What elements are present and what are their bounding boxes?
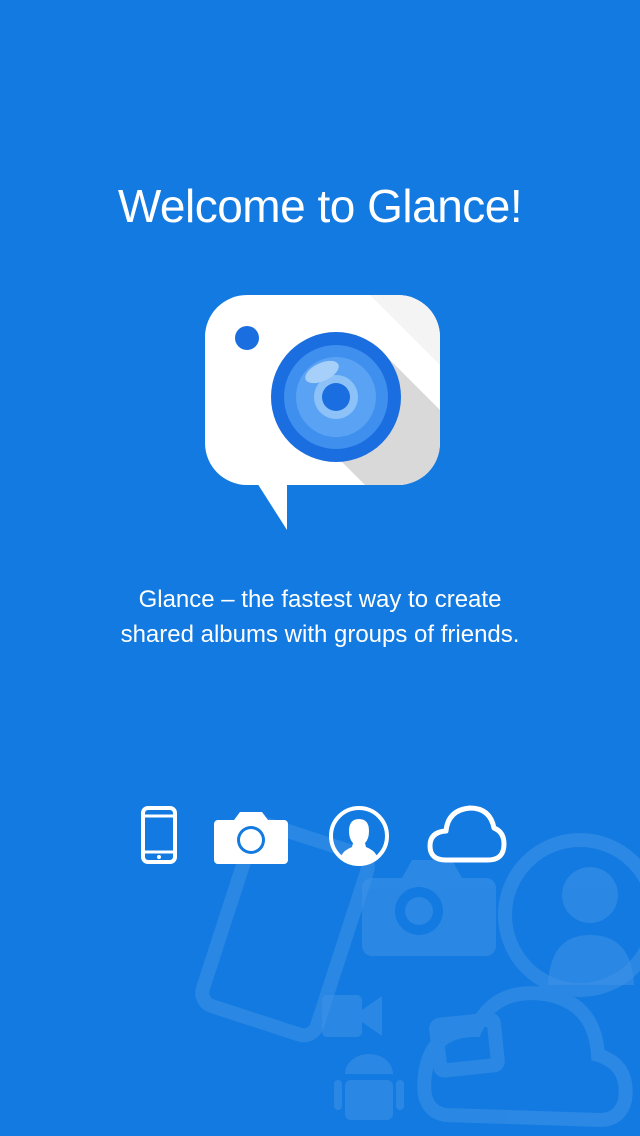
welcome-screen: Welcome to Glance! Glance – the fastest	[0, 0, 640, 1136]
tagline-line-2: shared albums with groups of friends.	[120, 621, 520, 648]
camera-chat-bubble-icon	[205, 295, 440, 530]
cloud-icon	[427, 805, 507, 863]
tagline-line-1: Glance – the fastest way to create	[138, 586, 502, 613]
phone-icon	[141, 806, 177, 864]
camera-icon	[214, 812, 288, 864]
tagline: Glance – the fastest way to create share…	[40, 582, 600, 652]
welcome-title: Welcome to Glance!	[117, 180, 523, 232]
person-icon	[329, 806, 389, 866]
background-illustration	[195, 817, 640, 1128]
